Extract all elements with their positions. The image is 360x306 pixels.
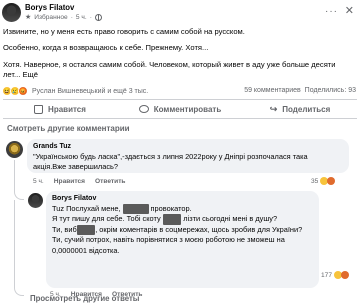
reply-author-avatar[interactable] <box>28 193 43 208</box>
post-header: Borys Filatov ★ Избранное · 5 ч. · ··· ✕ <box>0 0 360 26</box>
comment-label: Комментировать <box>153 104 222 114</box>
author-avatar[interactable] <box>2 3 21 22</box>
comment-reactions[interactable]: 35 <box>311 177 336 185</box>
reactions-summary[interactable]: 😆 😢 😡 Руслан Вишневецький и ещё 3 тыс. <box>2 86 148 96</box>
comment-icon <box>138 105 149 113</box>
reply-author-name[interactable]: Borys Filatov <box>52 195 313 202</box>
comment-reaction-count: 35 <box>311 177 319 185</box>
shares-count[interactable]: Поделились: 93 <box>305 87 356 94</box>
reply-bubble: Borys Filatov Tuz Послухай мене, xxxxxxx… <box>46 191 319 288</box>
post-paragraph-text: лет... Ещё <box>3 70 39 79</box>
comment-like-button[interactable]: Нравится <box>54 178 85 185</box>
post-author-name[interactable]: Borys Filatov <box>25 3 74 12</box>
comment-button[interactable]: Комментировать <box>120 101 240 117</box>
reply-line: Tuz Послухай мене, xxxxxxx провокатор. <box>52 204 192 215</box>
comment-line: "Українською будь ласка",-здається з лип… <box>33 152 308 161</box>
post-actions: Нравится Комментировать ↪ Поделиться <box>0 101 360 117</box>
commenter-avatar[interactable] <box>6 141 23 158</box>
globe-icon <box>94 13 102 21</box>
comment-meta: 5 ч. Нравится Ответить <box>33 178 126 185</box>
like-button[interactable]: Нравится <box>0 101 120 117</box>
star-icon: ★ <box>25 14 32 21</box>
comment-time[interactable]: 5 ч. <box>33 178 44 185</box>
post-paragraph-last: лет... Ещё <box>3 70 355 81</box>
angry-reaction-icon: 😡 <box>18 86 28 96</box>
close-icon[interactable]: ✕ <box>345 4 354 17</box>
comment-bubble: Grands Tuz "Українською будь ласка",-зда… <box>27 139 349 173</box>
censored-word: xxxxx <box>162 214 182 225</box>
reactions-text[interactable]: Руслан Вишневецький и ещё 3 тыс. <box>32 88 148 95</box>
reply-line: Ти, вибxxxxx, окрім коментарів в соцмере… <box>52 224 303 236</box>
like-label: Нравится <box>48 104 86 114</box>
share-icon: ↪ <box>269 103 278 114</box>
share-button[interactable]: ↪ Поделиться <box>240 101 360 117</box>
comments-shares-count[interactable]: 59 комментариев Поделились: 93 <box>244 87 356 94</box>
share-label: Поделиться <box>282 104 331 114</box>
reply-line: 0,0000001 відсотка. <box>52 245 120 255</box>
reply-line: Ти, сучий потрох, навіть порівнятися з м… <box>52 235 285 245</box>
censored-word: xxxxxxx <box>122 204 149 215</box>
thread-connector <box>14 160 24 200</box>
post-paragraph: Извините, но у меня есть право говорить … <box>3 27 245 36</box>
post-meta: ★ Избранное · 5 ч. · <box>25 13 102 21</box>
thread-connector <box>14 200 24 296</box>
thumbs-up-icon <box>34 104 44 114</box>
comments-count[interactable]: 59 комментариев <box>244 87 301 94</box>
commenter-name[interactable]: Grands Tuz <box>33 143 343 150</box>
post-visibility: Избранное <box>34 13 68 21</box>
post-time[interactable]: 5 ч. <box>76 14 87 21</box>
angry-reaction-icon <box>327 177 336 185</box>
angry-reaction-icon <box>341 271 350 279</box>
divider <box>3 118 357 119</box>
more-options-icon[interactable]: ··· <box>325 6 338 17</box>
divider <box>3 99 357 100</box>
see-other-comments-link[interactable]: Смотреть другие комментарии <box>7 124 130 133</box>
censored-word: xxxxx <box>76 224 96 236</box>
post-paragraph: Особенно, когда я возвращаюсь к себе. Пр… <box>3 43 209 52</box>
reply-reactions[interactable]: 177 <box>321 271 350 279</box>
comment-line: акція.Вже завершилась? <box>33 162 119 172</box>
see-other-replies-link[interactable]: Просмотреть другие ответы <box>30 294 139 303</box>
reply-line: Я тут пишу для себе. Тобі скоту xxxxx лі… <box>52 214 278 225</box>
comment-reply-button[interactable]: Ответить <box>95 178 125 185</box>
reply-reaction-count: 177 <box>321 271 333 279</box>
post-paragraph: Хотя. Наверное, я остался самим собой. Ч… <box>3 60 336 69</box>
